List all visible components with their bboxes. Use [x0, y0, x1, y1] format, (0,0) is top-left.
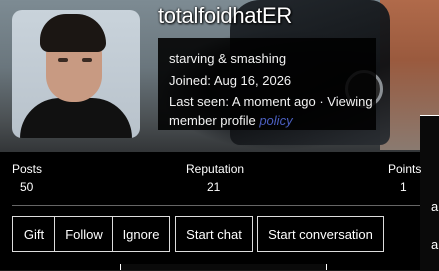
posts-value[interactable]: 50 [20, 180, 33, 194]
reputation-label: Reputation [186, 162, 245, 176]
ignore-button[interactable]: Ignore [112, 216, 170, 252]
posts-label: Posts [12, 162, 43, 176]
last-seen: Last seen: A moment ago · Viewing [169, 94, 373, 109]
avatar-shirt [20, 98, 132, 138]
joined-date: Joined: Aug 16, 2026 [169, 73, 292, 88]
activity-link[interactable]: policy [259, 113, 292, 128]
avatar-eye-left [58, 58, 68, 62]
reputation-value[interactable]: 21 [207, 180, 220, 194]
points-value[interactable]: 1 [400, 180, 407, 194]
points-label: Points [388, 162, 422, 176]
start-chat-button[interactable]: Start chat [175, 216, 253, 252]
custom-title: starving & smashing [169, 51, 287, 66]
profile-info-panel: starving & smashing Joined: Aug 16, 2026… [158, 38, 376, 130]
username: totalfoidhatER [158, 3, 292, 28]
avatar-eye-right [82, 58, 92, 62]
edge-text-2: a [431, 237, 439, 252]
edge-text-1: ai [431, 199, 439, 214]
stats-panel: Posts 50 Reputation 21 Points 1 Gift Fol… [0, 152, 422, 270]
avatar-hair [40, 14, 106, 52]
current-activity: member profile policy [169, 113, 293, 128]
avatar[interactable] [12, 10, 140, 138]
follow-button[interactable]: Follow [54, 216, 113, 252]
bottom-edge-panel [120, 264, 327, 270]
gift-button[interactable]: Gift [12, 216, 55, 252]
activity-text: member profile [169, 113, 256, 128]
start-conversation-button[interactable]: Start conversation [257, 216, 384, 252]
stats-divider [12, 205, 420, 206]
